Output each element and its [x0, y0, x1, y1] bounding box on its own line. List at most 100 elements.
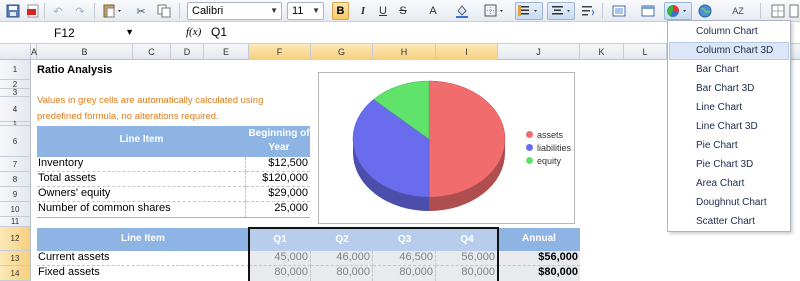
italic-button[interactable]: I [355, 3, 371, 19]
sort-label: AZ [732, 6, 744, 16]
row-header[interactable]: 1 [0, 60, 31, 80]
table1-bottom-border [37, 217, 310, 218]
menu-item-column-chart[interactable]: Column Chart [669, 23, 789, 41]
info-note[interactable]: Values in grey cells are automatically c… [37, 93, 267, 125]
pdf-icon[interactable] [25, 3, 41, 19]
table-row-label[interactable]: Total assets [37, 172, 246, 187]
table-row-value[interactable]: 25,000 [246, 202, 310, 217]
annual-value[interactable]: $56,000 [498, 251, 580, 266]
row-header[interactable]: 10 [0, 202, 31, 217]
column-header[interactable]: E [204, 44, 249, 60]
legend-label: liabilities [537, 142, 572, 153]
table-row-label[interactable]: Inventory [37, 157, 246, 172]
wrap-icon[interactable] [580, 3, 596, 19]
bold-button[interactable]: B [332, 2, 349, 20]
legend-item: equity [526, 154, 571, 167]
row-header[interactable]: 8 [0, 172, 31, 187]
menu-item-scatter-chart[interactable]: Scatter Chart [669, 213, 789, 231]
wrap-text-button[interactable] [547, 2, 575, 20]
menu-item-pie-chart[interactable]: Pie Chart [669, 137, 789, 155]
underline-button[interactable]: U [375, 3, 391, 19]
cell-reference: F12 [54, 26, 75, 40]
table2-header-item[interactable]: Line Item [37, 233, 249, 247]
table1-header-value[interactable]: Beginning of Year [248, 127, 310, 157]
annual-value[interactable]: $80,000 [498, 266, 580, 281]
menu-item-line-chart-3d[interactable]: Line Chart 3D [669, 118, 789, 136]
globe-icon[interactable] [697, 3, 713, 19]
legend-swatch-assets [526, 131, 533, 138]
borders-icon[interactable] [483, 3, 507, 19]
column-header[interactable]: L [624, 44, 667, 60]
more-icon[interactable] [786, 3, 800, 19]
table-row-value[interactable]: $12,500 [246, 157, 310, 172]
column-header[interactable]: K [580, 44, 624, 60]
chart-legend: assets liabilities equity [526, 128, 571, 167]
column-header[interactable]: J [498, 44, 580, 60]
column-header[interactable]: B [37, 44, 133, 60]
table-row-label[interactable]: Current assets [37, 251, 249, 266]
column-header[interactable]: I [436, 44, 498, 60]
font-name-value: Calibri [192, 5, 224, 17]
copy-icon[interactable] [156, 3, 172, 19]
name-box[interactable]: F12 ▼ [2, 24, 138, 42]
sheet-title[interactable]: Ratio Analysis [37, 64, 237, 78]
table-row-label[interactable]: Owners' equity [37, 187, 246, 202]
table-row-value[interactable]: $29,000 [246, 187, 310, 202]
pie-chart[interactable]: assets liabilities equity [318, 72, 575, 224]
legend-swatch-liabilities [526, 144, 533, 151]
menu-item-pie-chart-3d[interactable]: Pie Chart 3D [669, 156, 789, 174]
align-button[interactable] [515, 2, 543, 20]
row-header[interactable]: 3 [0, 88, 31, 97]
menu-item-bar-chart-3d[interactable]: Bar Chart 3D [669, 80, 789, 98]
menu-item-doughnut-chart[interactable]: Doughnut Chart [669, 194, 789, 212]
undo-icon[interactable]: ↶ [50, 3, 66, 19]
font-color-button[interactable]: A [425, 3, 441, 19]
cut-icon[interactable]: ✂ [133, 3, 149, 19]
sort-icon[interactable]: AZ [727, 3, 749, 19]
row-header[interactable]: 4 [0, 97, 31, 122]
table-row-label[interactable]: Fixed assets [37, 266, 249, 281]
pie-chart-plot [352, 80, 506, 211]
chart-button[interactable] [664, 2, 692, 20]
toolbar-separator [94, 3, 95, 19]
row-header[interactable]: 14 [0, 266, 31, 281]
strikethrough-button[interactable]: S [395, 3, 411, 19]
toolbar-separator [44, 3, 45, 19]
row-header[interactable]: 11 [0, 217, 31, 227]
chart-type-menu: Column Chart Column Chart 3D Bar Chart B… [667, 20, 791, 232]
redo-icon[interactable]: ↷ [72, 3, 88, 19]
row-header[interactable]: 7 [0, 157, 31, 172]
column-header[interactable]: F [249, 44, 311, 60]
row-header[interactable]: 6 [0, 126, 31, 157]
chevron-down-icon: ▼ [312, 6, 320, 15]
menu-item-line-chart[interactable]: Line Chart [669, 99, 789, 117]
row-header[interactable]: 12 [0, 227, 31, 251]
column-header[interactable]: H [373, 44, 436, 60]
table1-header-item[interactable]: Line Item [37, 134, 246, 148]
legend-label: equity [537, 155, 562, 166]
column-header[interactable]: C [133, 44, 171, 60]
table-row-label[interactable]: Number of common shares [37, 202, 246, 217]
column-header[interactable]: D [171, 44, 204, 60]
menu-item-area-chart[interactable]: Area Chart [669, 175, 789, 193]
table-icon[interactable] [640, 3, 656, 19]
save-icon[interactable] [5, 3, 21, 19]
annual-header[interactable]: Annual [498, 233, 580, 247]
toolbar-separator [602, 3, 603, 19]
menu-item-column-chart-3d[interactable]: Column Chart 3D [669, 42, 789, 60]
font-name-select[interactable]: Calibri ▼ [187, 2, 282, 20]
row-header[interactable]: 9 [0, 187, 31, 202]
paste-icon[interactable] [101, 3, 125, 19]
font-size-value: 11 [292, 5, 304, 17]
image-icon[interactable] [611, 3, 627, 19]
table-row-value[interactable]: $120,000 [246, 172, 310, 187]
font-size-select[interactable]: 11 ▼ [287, 2, 324, 20]
formula-input[interactable]: Q1 [211, 25, 227, 39]
gridlines-icon[interactable] [770, 3, 786, 19]
column-header[interactable]: G [311, 44, 373, 60]
select-all-corner[interactable] [0, 44, 31, 60]
menu-item-bar-chart[interactable]: Bar Chart [669, 61, 789, 79]
fill-color-icon[interactable] [454, 3, 470, 19]
toolbar-separator [760, 3, 761, 19]
row-header[interactable]: 13 [0, 251, 31, 266]
